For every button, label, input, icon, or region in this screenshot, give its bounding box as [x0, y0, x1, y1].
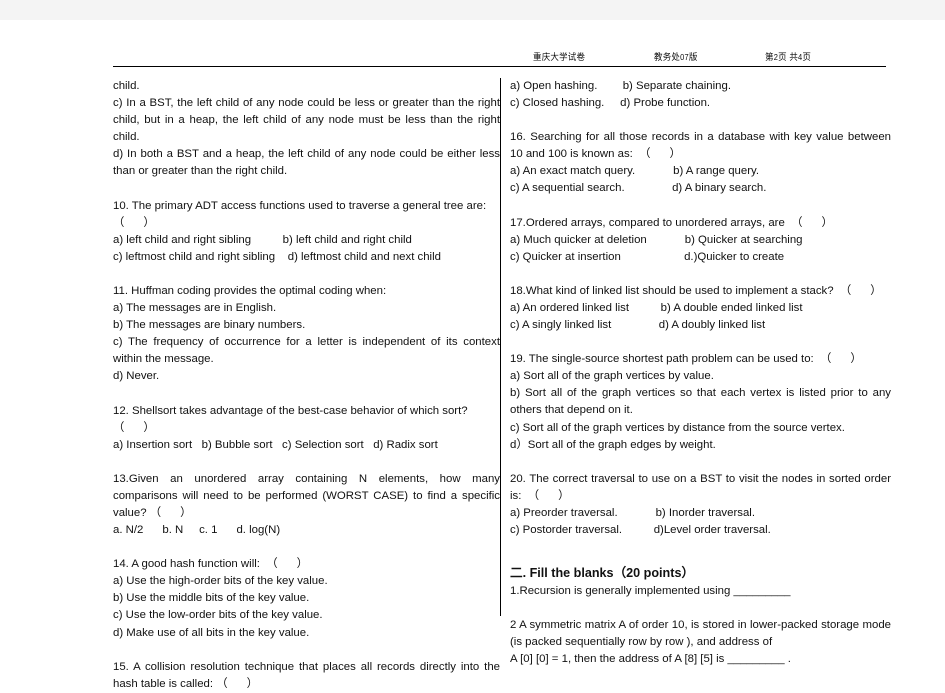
- question-10-stem: 10. The primary ADT access functions use…: [113, 199, 487, 229]
- question-19-choice-d: d）Sort all of the graph edges by weight.: [510, 438, 716, 451]
- header-department: 教务处07版: [654, 50, 698, 63]
- header-university-name: 重庆大学试卷: [533, 51, 586, 62]
- top-gray-band: [0, 0, 945, 20]
- exam-paper-page: 重庆大学试卷 教务处07版 第2页 共4页 child. c) In a BST…: [0, 0, 945, 690]
- question-19-stem: 19. The single-source shortest path prob…: [510, 353, 862, 366]
- header-department-label: 教务处: [654, 51, 681, 62]
- question-16-stem: 16. Searching for all those records in a…: [510, 131, 895, 161]
- question-18-choices: a) An ordered linked list b) A double en…: [510, 301, 803, 332]
- header-department-suffix: 版: [688, 51, 698, 62]
- question-14-choice-a: a) Use the high-order bits of the key va…: [113, 575, 328, 588]
- question-17-stem: 17.Ordered arrays, compared to unordered…: [510, 216, 833, 229]
- question-14-choice-b: b) Use the middle bits of the key value.: [113, 592, 310, 605]
- header-page-prefix: 第: [765, 51, 774, 62]
- question-11-choice-a: a) The messages are in English.: [113, 302, 277, 315]
- running-header-inner: 重庆大学试卷 教务处07版 第2页 共4页: [113, 46, 886, 65]
- question-13-choices: a. N/2 b. N c. 1 d. log(N): [113, 524, 281, 537]
- question-19-choice-b: b) Sort all of the graph vertices so tha…: [510, 387, 895, 417]
- running-header: 重庆大学试卷 教务处07版 第2页 共4页: [113, 46, 886, 67]
- question-15-stem: 15. A collision resolution technique tha…: [113, 660, 504, 690]
- section-2-title: 二. Fill the blanks（20 points）: [510, 566, 695, 581]
- question-19-choice-c: c) Sort all of the graph vertices by dis…: [510, 421, 845, 434]
- question-14-choice-c: c) Use the low-order bits of the key val…: [113, 609, 323, 622]
- section-2-item-2-line3: A [0] [0] = 1, then the address of A [8]…: [510, 653, 791, 666]
- section-2-item-1: 1.Recursion is generally implemented usi…: [510, 585, 791, 598]
- question-12-stem: 12. Shellsort takes advantage of the bes…: [113, 404, 468, 434]
- question-20-choices: a) Preorder traversal. b) Inorder traver…: [510, 506, 771, 536]
- question-9-continuation-line1: child.: [113, 80, 140, 92]
- question-11-stem: 11. Huffman coding provides the optimal …: [113, 284, 387, 297]
- header-page-indicator: 第2页 共4页: [765, 50, 811, 63]
- header-page-mid: 页 共: [778, 51, 799, 62]
- question-11-choice-c: c) The frequency of occurrence for a let…: [113, 336, 504, 366]
- question-19-choice-a: a) Sort all of the graph vertices by val…: [510, 370, 714, 383]
- question-15-choices-row2: c) Closed hashing. d) Probe function.: [510, 97, 711, 110]
- question-17-choices: a) Much quicker at deletion b) Quicker a…: [510, 233, 803, 263]
- header-department-edition: 07: [680, 52, 689, 62]
- question-10-choices: a) left child and right sibling b) left …: [113, 233, 441, 263]
- question-14-stem: 14. A good hash function will: （ ）: [113, 558, 309, 571]
- section-2-item-2: 2 A symmetric matrix A of order 10, is s…: [510, 619, 895, 649]
- right-column: a) Open hashing. b) Separate chaining. c…: [510, 78, 891, 668]
- left-column: child. c) In a BST, the left child of an…: [113, 78, 500, 693]
- header-page-suffix: 页: [802, 51, 812, 62]
- question-15-choices-row1: a) Open hashing. b) Separate chaining.: [510, 80, 731, 92]
- two-column-body: child. c) In a BST, the left child of an…: [0, 78, 945, 690]
- question-9-choice-d: d) In both a BST and a heap, the left ch…: [113, 148, 504, 178]
- question-11-choice-b: b) The messages are binary numbers.: [113, 319, 306, 332]
- question-12-choices: a) Insertion sort b) Bubble sort c) Sele…: [113, 438, 438, 451]
- question-11-choice-d: d) Never.: [113, 370, 160, 383]
- question-13-stem: 13.Given an unordered array containing N…: [113, 472, 504, 519]
- question-16-choices: a) An exact match query. b) A range quer…: [510, 165, 767, 195]
- question-20-stem: 20. The correct traversal to use on a BS…: [510, 472, 895, 502]
- question-18-stem: 18.What kind of linked list should be us…: [510, 284, 882, 297]
- question-14-choice-d: d) Make use of all bits in the key value…: [113, 626, 310, 639]
- question-9-choice-c: c) In a BST, the left child of any node …: [113, 97, 504, 144]
